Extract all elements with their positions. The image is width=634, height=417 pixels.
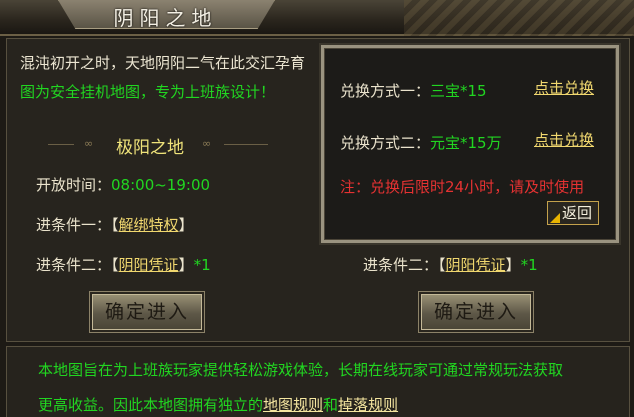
condition2-label: 进条件二：	[36, 256, 112, 274]
return-label: 返回	[561, 204, 592, 222]
bracket-close: 】	[178, 216, 194, 234]
condition2-label: 进条件二：	[363, 256, 439, 274]
exchange-popup: 兑换方式一：三宝*15 点击兑换 兑换方式二：元宝*15万 点击兑换 注：兑换后…	[321, 45, 619, 243]
enter-button-right[interactable]: 确定进入	[418, 291, 534, 333]
condition1-row: 进条件一：【解绑特权】	[36, 214, 194, 235]
bracket-open: 【	[111, 216, 119, 234]
footer-text-line1: 本地图旨在为上班族玩家提供轻松游戏体验，长期在线玩家可通过常规玩法获取	[38, 361, 564, 379]
exchange-method2-row: 兑换方式二：元宝*15万	[340, 132, 502, 153]
voucher-quantity: *1	[520, 256, 538, 274]
exchange-method2-value: 元宝*15万	[430, 134, 502, 152]
voucher-quantity: *1	[193, 256, 211, 274]
yinyang-voucher-link[interactable]: 阴阳凭证	[119, 256, 179, 274]
exchange-method1-value: 三宝*15	[430, 82, 487, 100]
footer-text-prefix: 更高收益。因此本地图拥有独立的	[38, 396, 264, 414]
exchange-method1-label: 兑换方式一：	[340, 82, 431, 100]
condition2-row-right: 进条件二：【阴阳凭证】*1	[363, 254, 538, 275]
map-rules-link[interactable]: 地图规则	[263, 396, 323, 414]
open-time-value: 08:00~19:00	[111, 176, 211, 194]
footer-text-line2: 更高收益。因此本地图拥有独立的地图规则和掉落规则	[38, 394, 398, 415]
yinyang-voucher-link[interactable]: 阴阳凭证	[446, 256, 506, 274]
exchange-button-2[interactable]: 点击兑换	[534, 129, 594, 150]
ornament-left-icon: ∞	[84, 137, 94, 150]
exchange-method2-label: 兑换方式二：	[340, 134, 431, 152]
exchange-method1-row: 兑换方式一：三宝*15	[340, 80, 487, 101]
bracket-open: 【	[438, 256, 446, 274]
open-time-label: 开放时间：	[36, 176, 112, 194]
exchange-button-1[interactable]: 点击兑换	[534, 77, 594, 98]
intro-text-line2: 图为安全挂机地图，专为上班族设计！	[20, 83, 276, 101]
drop-rules-link[interactable]: 掉落规则	[338, 396, 398, 414]
map-name: 极阳之地	[100, 133, 200, 158]
bracket-close: 】	[505, 256, 521, 274]
open-time-row: 开放时间：08:00~19:00	[36, 174, 210, 195]
return-button[interactable]: 返回	[547, 201, 599, 225]
window-title: 阴阳之地	[113, 6, 218, 30]
exchange-note: 注：兑换后限时24小时，请及时使用	[340, 178, 585, 196]
condition1-label: 进条件一：	[36, 216, 112, 234]
ornament-right-icon: ∞	[202, 137, 212, 150]
enter-button-left[interactable]: 确定进入	[89, 291, 205, 333]
corner-arrow-icon	[550, 213, 560, 223]
intro-text-line1: 混沌初开之时，天地阴阳二气在此交汇孕育	[20, 54, 306, 72]
footer-and: 和	[323, 396, 339, 414]
unbind-privilege-link[interactable]: 解绑特权	[119, 216, 179, 234]
condition2-row-left: 进条件二：【阴阳凭证】*1	[36, 254, 211, 275]
bracket-open: 【	[111, 256, 119, 274]
bracket-close: 】	[178, 256, 194, 274]
